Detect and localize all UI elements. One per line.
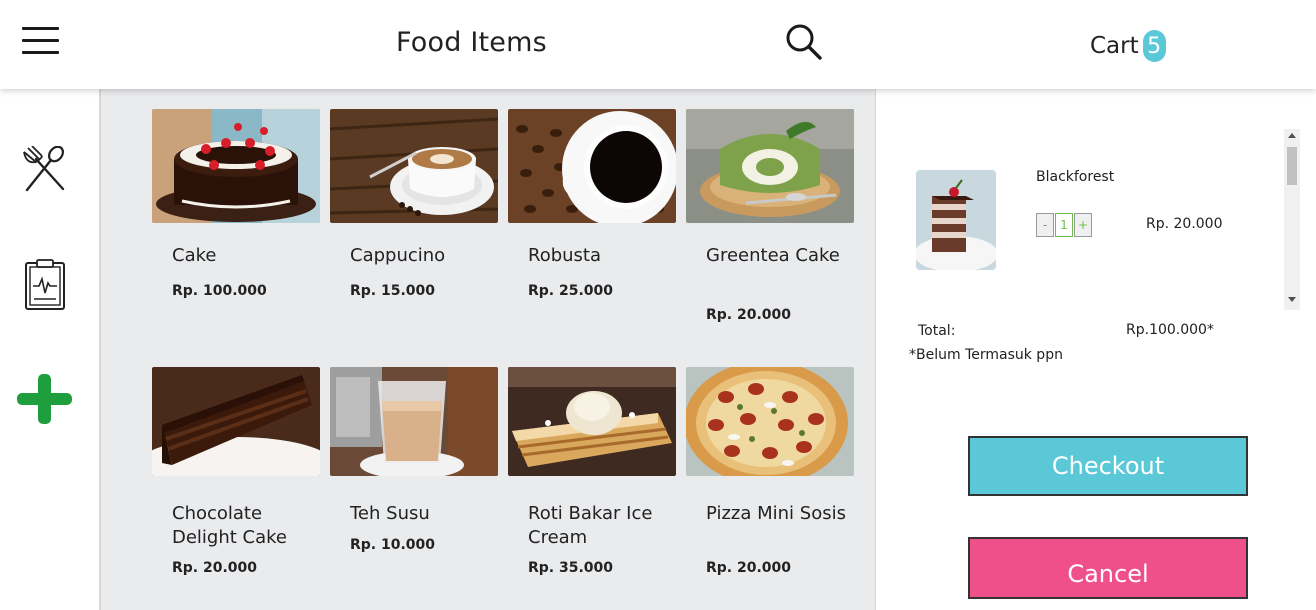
sidebar (0, 89, 101, 610)
total-value: Rp.100.000* (1126, 322, 1214, 338)
product-name: Cappucino (350, 245, 446, 266)
product-price: Rp. 100.000 (172, 283, 267, 299)
product-card[interactable]: Cappucino Rp. 15.000 (330, 109, 498, 319)
product-photo (330, 109, 498, 223)
app-window: Food Items Cart 5 Cake Rp. 100.000 Cappu… (0, 0, 1316, 610)
product-name: Roti Bakar Ice Cream (528, 503, 653, 548)
total-label: Total: (918, 323, 956, 339)
plus-icon[interactable] (17, 374, 73, 424)
product-price: Rp. 20.000 (172, 560, 258, 576)
product-name: Pizza Mini Sosis (706, 503, 846, 524)
product-name: Teh Susu (350, 503, 430, 524)
product-card[interactable]: Teh Susu Rp. 10.000 (330, 367, 498, 577)
product-photo (686, 109, 854, 223)
product-grid: Cake Rp. 100.000 Cappucino Rp. 15.000 Ro… (101, 89, 876, 610)
quantity-field[interactable]: 1 (1055, 213, 1073, 237)
cart-count-badge: 5 (1142, 30, 1166, 62)
quantity-stepper: - 1 + (1036, 213, 1092, 237)
cart-item-price: Rp. 20.000 (1146, 216, 1223, 232)
cart-item-name: Blackforest (1036, 169, 1115, 185)
increase-button[interactable]: + (1074, 213, 1092, 237)
scroll-down-icon[interactable] (1288, 297, 1296, 302)
fork-spoon-icon[interactable] (20, 145, 68, 192)
product-photo (508, 367, 676, 476)
cart-button[interactable]: Cart 5 (1090, 30, 1166, 62)
scroll-up-icon[interactable] (1288, 133, 1296, 138)
product-card[interactable]: Greentea Cake Rp. 20.000 (686, 109, 854, 323)
search-icon[interactable] (784, 22, 824, 62)
product-photo (330, 367, 498, 476)
page-title: Food Items (396, 27, 547, 58)
product-card[interactable]: Robusta Rp. 25.000 (508, 109, 676, 319)
checkout-button[interactable]: Checkout (968, 436, 1248, 496)
clipboard-chart-icon[interactable] (24, 259, 66, 311)
cart-scrollbar[interactable] (1284, 129, 1300, 310)
product-name: Chocolate Delight Cake (172, 503, 288, 548)
product-price: Rp. 20.000 (706, 560, 792, 576)
product-card[interactable]: Chocolate Delight Cake Rp. 20.000 (152, 367, 320, 577)
scroll-thumb[interactable] (1287, 147, 1297, 185)
product-name: Greentea Cake (706, 245, 840, 266)
product-photo (686, 367, 854, 476)
product-photo (152, 109, 320, 223)
product-name: Cake (172, 245, 217, 266)
product-price: Rp. 20.000 (706, 307, 792, 323)
decrease-button[interactable]: - (1036, 213, 1054, 237)
cart-panel: Blackforest - 1 + Rp. 20.000 Total: Rp.1… (876, 89, 1316, 610)
cancel-button[interactable]: Cancel (968, 537, 1248, 599)
tax-note: *Belum Termasuk ppn (909, 347, 1063, 363)
product-photo (152, 367, 320, 476)
product-card[interactable]: Pizza Mini Sosis Rp. 20.000 (686, 367, 854, 577)
product-price: Rp. 10.000 (350, 537, 436, 553)
product-card[interactable]: Cake Rp. 100.000 (152, 109, 320, 319)
product-price: Rp. 35.000 (528, 560, 614, 576)
product-name: Robusta (528, 245, 602, 266)
cart-item-photo (916, 170, 996, 270)
product-price: Rp. 15.000 (350, 283, 436, 299)
top-bar: Food Items Cart 5 (0, 0, 1316, 89)
hamburger-icon[interactable] (22, 26, 60, 56)
product-photo (508, 109, 676, 223)
product-price: Rp. 25.000 (528, 283, 614, 299)
product-card[interactable]: Roti Bakar Ice Cream Rp. 35.000 (508, 367, 676, 577)
cart-label: Cart (1090, 33, 1139, 59)
